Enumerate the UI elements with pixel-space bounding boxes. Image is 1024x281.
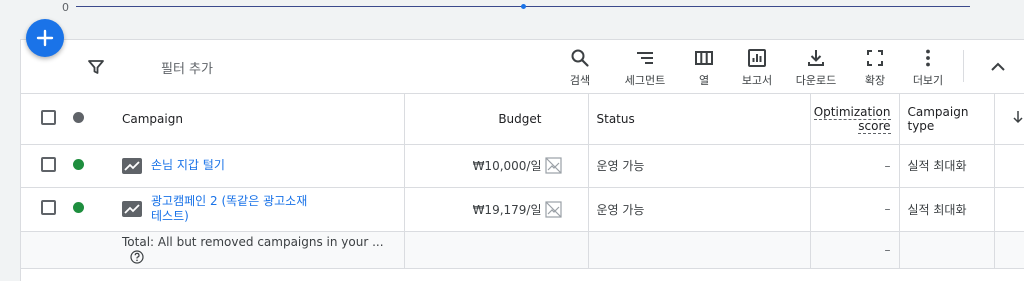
campaign-cell: 광고캠페인 2 (똑같은 광고소재 테스트) (120, 194, 404, 224)
download-icon (808, 50, 824, 66)
segment-tool-button[interactable]: 세그먼트 (613, 48, 677, 88)
optimization-score-cell: – (809, 187, 899, 232)
total-row: Total: All but removed campaigns in your… (21, 231, 1024, 269)
search-icon (571, 49, 589, 67)
column-header-budget[interactable]: Budget (403, 94, 588, 145)
total-label: Total: All but removed campaigns in your… (122, 235, 384, 250)
row-checkbox[interactable] (41, 156, 56, 172)
tool-label: 확장 (864, 74, 886, 87)
no-chart-icon (544, 157, 562, 174)
campaign-type-cell: 실적 최대화 (898, 144, 994, 188)
tool-label: 세그먼트 (624, 74, 666, 87)
sort-column-header[interactable] (993, 94, 1024, 145)
status-cell: 운영 가능 (587, 144, 810, 188)
filter-icon[interactable] (87, 58, 105, 76)
status-header-dot[interactable] (73, 111, 84, 123)
total-optimization-score: – (809, 231, 899, 269)
add-campaign-button[interactable] (26, 19, 64, 57)
campaign-table-panel: 필터 추가 검색 세그먼트 열 보고서 다운로드 확장 더보기 Campaign… (20, 39, 1024, 281)
select-all-checkbox[interactable] (41, 109, 56, 125)
columns-icon (695, 51, 713, 65)
table-row: 손님 지갑 털기 ₩10,000/일 운영 가능 – 실적 최대화 (21, 144, 1024, 188)
optimization-score-cell: – (809, 144, 899, 188)
column-header-campaign[interactable]: Campaign (120, 94, 404, 145)
search-tool-button[interactable]: 검색 (548, 48, 612, 88)
chart-point (521, 4, 526, 9)
chart-zero-label: 0 (62, 1, 69, 14)
more-tool-button[interactable]: 더보기 (896, 48, 960, 88)
column-header-optimization-score[interactable]: Optimization score (809, 94, 899, 145)
download-tool-button[interactable]: 다운로드 (784, 48, 848, 88)
expand-icon (867, 50, 883, 66)
tool-label: 다운로드 (795, 74, 837, 87)
column-header-campaign-type[interactable]: Campaign type (898, 94, 994, 145)
chevron-up-icon[interactable] (987, 56, 1009, 78)
budget-value[interactable]: ₩19,179/일 (473, 201, 542, 218)
tool-label: 더보기 (912, 74, 944, 87)
tool-label: 검색 (569, 74, 591, 87)
table-row: 광고캠페인 2 (똑같은 광고소재 테스트) ₩19,179/일 운영 가능 –… (21, 187, 1024, 232)
table-header-row: Campaign Budget Status Optimization scor… (21, 94, 1024, 145)
report-tool-button[interactable]: 보고서 (725, 48, 789, 88)
arrow-down-icon (1013, 111, 1023, 124)
table-toolbar: 필터 추가 검색 세그먼트 열 보고서 다운로드 확장 더보기 (21, 40, 1024, 94)
performance-max-icon (122, 201, 142, 217)
campaign-link[interactable]: 광고캠페인 2 (똑같은 광고소재 테스트) (151, 194, 311, 224)
campaign-cell: 손님 지갑 털기 (120, 157, 404, 174)
segment-icon (637, 52, 653, 64)
budget-value[interactable]: ₩10,000/일 (473, 157, 542, 174)
plus-icon (36, 29, 54, 47)
performance-chart-strip: 0 (0, 0, 1024, 40)
add-filter-button[interactable]: 필터 추가 (161, 58, 213, 77)
row-checkbox[interactable] (41, 200, 56, 215)
no-chart-icon (544, 200, 562, 218)
campaign-type-cell: 실적 최대화 (898, 187, 994, 232)
enabled-status-dot[interactable] (73, 202, 84, 213)
campaign-link[interactable]: 손님 지갑 털기 (151, 158, 225, 173)
enabled-status-dot[interactable] (73, 158, 84, 170)
tool-label: 열 (698, 74, 710, 87)
toolbar-divider (963, 50, 964, 82)
performance-max-icon (122, 157, 142, 174)
campaign-table: Campaign Budget Status Optimization scor… (21, 94, 1024, 269)
tool-label: 보고서 (741, 74, 773, 87)
more-vert-icon (926, 49, 930, 67)
status-cell: 운영 가능 (587, 187, 810, 232)
help-icon[interactable] (130, 250, 144, 264)
optimization-score-label: Optimization score (813, 104, 891, 134)
column-header-status[interactable]: Status (587, 94, 810, 145)
report-icon (748, 49, 766, 67)
